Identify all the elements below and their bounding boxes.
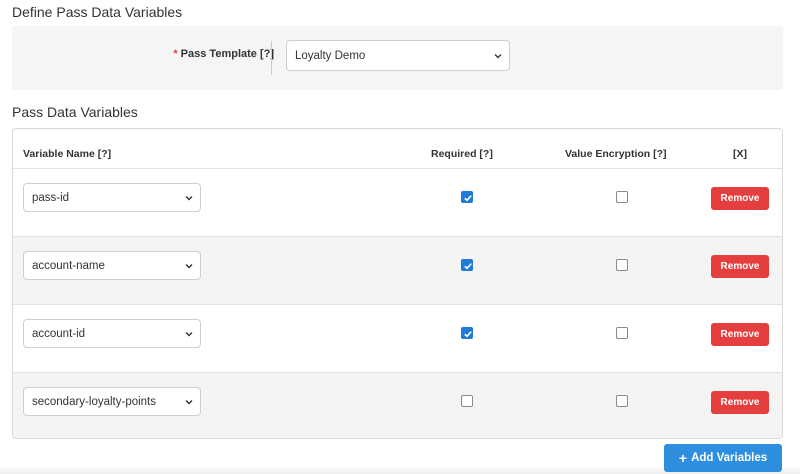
variable-name-select[interactable]: pass-id <box>23 183 201 212</box>
add-variables-label: Add Variables <box>691 452 768 464</box>
page-title: Define Pass Data Variables <box>12 4 183 20</box>
section-title: Pass Data Variables <box>12 104 138 120</box>
pass-template-select[interactable]: Loyalty Demo <box>286 40 510 71</box>
variable-name-value: account-name <box>32 259 105 272</box>
required-checkbox[interactable] <box>461 327 473 339</box>
pass-template-value: Loyalty Demo <box>295 49 366 62</box>
table-header: Variable Name [?] Required [?] Value Enc… <box>13 129 782 169</box>
variable-name-value: account-id <box>32 327 86 340</box>
column-header-variable-name: Variable Name [?] <box>23 148 112 160</box>
chevron-down-icon <box>185 331 193 336</box>
encryption-checkbox[interactable] <box>616 191 628 203</box>
encryption-checkbox[interactable] <box>616 395 628 407</box>
variable-name-select[interactable]: secondary-loyalty-points <box>23 387 201 416</box>
required-checkbox[interactable] <box>461 395 473 407</box>
required-checkbox[interactable] <box>461 259 473 271</box>
encryption-checkbox[interactable] <box>616 259 628 271</box>
variable-name-select[interactable]: account-name <box>23 251 201 280</box>
pass-template-label: * Pass Template [?] <box>173 48 274 60</box>
table-row: pass-id Remove <box>13 169 782 237</box>
variable-name-value: pass-id <box>32 191 70 204</box>
check-icon <box>464 195 472 202</box>
column-header-encryption: Value Encryption [?] <box>565 148 667 160</box>
variables-table: Variable Name [?] Required [?] Value Enc… <box>12 128 783 439</box>
check-icon <box>464 263 472 270</box>
required-marker: * <box>173 48 178 60</box>
table-row: secondary-loyalty-points Remove <box>13 373 782 438</box>
remove-button[interactable]: Remove <box>711 323 769 346</box>
column-header-required: Required [?] <box>431 148 493 160</box>
pass-template-label-text: Pass Template [?] <box>180 48 274 60</box>
add-variables-button[interactable]: + Add Variables <box>664 444 782 472</box>
remove-button[interactable]: Remove <box>711 255 769 278</box>
table-row: account-name Remove <box>13 237 782 305</box>
pass-template-panel: * Pass Template [?] Loyalty Demo <box>12 26 783 90</box>
divider <box>271 41 272 75</box>
remove-button[interactable]: Remove <box>711 187 769 210</box>
column-header-remove: [X] <box>733 148 747 160</box>
chevron-down-icon <box>494 53 502 58</box>
check-icon <box>464 331 472 338</box>
variable-name-value: secondary-loyalty-points <box>32 395 157 408</box>
required-checkbox[interactable] <box>461 191 473 203</box>
chevron-down-icon <box>185 195 193 200</box>
remove-button[interactable]: Remove <box>711 391 769 414</box>
variable-name-select[interactable]: account-id <box>23 319 201 348</box>
table-row: account-id Remove <box>13 305 782 373</box>
chevron-down-icon <box>185 263 193 268</box>
plus-icon: + <box>678 450 688 466</box>
chevron-down-icon <box>185 399 193 404</box>
encryption-checkbox[interactable] <box>616 327 628 339</box>
